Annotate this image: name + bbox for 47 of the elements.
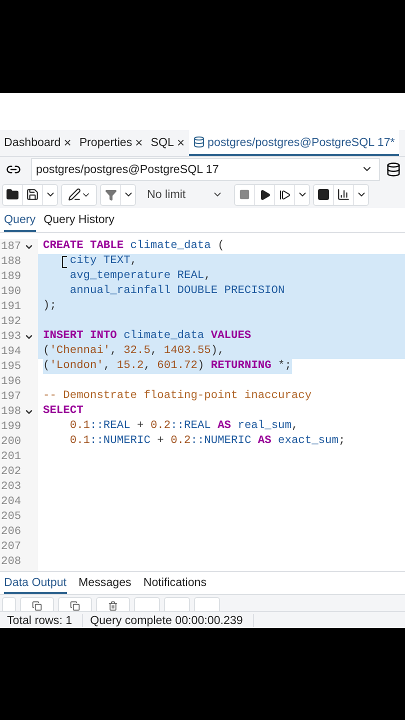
line-number: 191 <box>0 300 22 314</box>
output-tab[interactable]: Notifications <box>143 572 207 594</box>
close-icon[interactable]: × <box>64 134 72 150</box>
line-number: 207 <box>0 540 22 554</box>
line-number: 202 <box>0 464 22 479</box>
close-icon[interactable]: × <box>135 134 143 150</box>
line-number: 195 <box>0 360 22 374</box>
copy-icon[interactable] <box>58 597 92 611</box>
line-number: 199 <box>0 420 22 434</box>
editor-tab[interactable]: postgres/postgres@PostgreSQL 17* <box>188 130 399 156</box>
close-icon[interactable]: × <box>176 134 185 150</box>
line-number: 192 <box>0 314 22 329</box>
row-count: Total rows: 1 <box>0 614 84 626</box>
line-number: 203 <box>0 480 22 494</box>
output-tab[interactable]: Messages <box>78 572 132 594</box>
code-line: SELECT <box>42 404 84 419</box>
code-line: CREATE TABLE climate_data ( <box>42 239 226 254</box>
line-number: 208 <box>0 554 22 569</box>
database-icon[interactable] <box>386 162 401 176</box>
database-icon <box>192 136 205 148</box>
line-number: 196 <box>0 374 22 389</box>
line-number: 204 <box>0 494 22 509</box>
editor-tab[interactable]: Dashboard × <box>0 130 76 156</box>
query-tab[interactable]: Query History <box>44 208 114 232</box>
line-number: 188 <box>0 254 22 269</box>
code-line: 0.1::NUMERIC + 0.2::NUMERIC AS exact_sum; <box>68 434 346 449</box>
row-limit-dropdown[interactable]: No limit <box>139 188 231 201</box>
line-number: 189 <box>0 270 22 284</box>
line-number: 197 <box>0 390 22 404</box>
code-line: -- Demonstrate floating-point inaccuracy <box>42 389 313 404</box>
line-number: 206 <box>0 524 22 539</box>
trash-icon[interactable] <box>96 597 130 611</box>
editor-tab[interactable]: Properties × <box>75 130 147 156</box>
line-number: 187 <box>0 239 38 254</box>
line-number: 201 <box>0 450 22 464</box>
copy-icon[interactable] <box>20 597 54 611</box>
line-number: 198 <box>0 404 38 419</box>
line-number: 194 <box>0 344 22 359</box>
editor-tab[interactable]: SQL × <box>146 130 189 156</box>
line-number: 205 <box>0 510 22 524</box>
text-cursor-icon <box>62 256 67 268</box>
code-line: 0.1::REAL + 0.2::REAL AS real_sum, <box>68 419 300 434</box>
line-number: 200 <box>0 434 22 449</box>
status-message: Query complete 00:00:00.239 <box>83 614 254 626</box>
connection-dropdown[interactable]: postgres/postgres@PostgreSQL 17 <box>31 158 380 180</box>
line-number: 190 <box>0 284 22 299</box>
line-number: 193 <box>0 329 38 344</box>
